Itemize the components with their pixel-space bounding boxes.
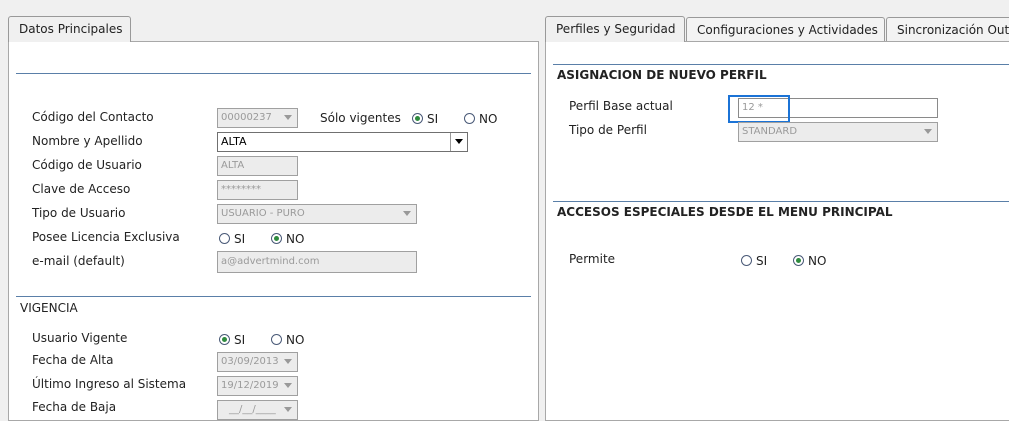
dropdown-button[interactable]	[450, 133, 467, 151]
chevron-down-icon	[403, 211, 411, 216]
chevron-down-icon	[284, 383, 292, 388]
solo-vigentes-si-radio[interactable]	[412, 113, 423, 124]
tipo-usuario-value: USUARIO - PURO	[221, 208, 305, 219]
tab-datos-principales[interactable]: Datos Principales	[8, 16, 131, 42]
radio-selected-dot	[222, 337, 227, 342]
usuario-vigente-si-radio[interactable]	[219, 334, 230, 345]
permite-no-label: NO	[808, 254, 827, 268]
email-field[interactable]: a@advertmind.com	[217, 251, 417, 273]
fecha-baja-select[interactable]: __/__/____	[217, 400, 298, 420]
licencia-exclusiva-label: Posee Licencia Exclusiva	[32, 230, 180, 244]
vigencia-divider	[16, 296, 531, 297]
solo-vigentes-no-label: NO	[479, 112, 498, 126]
tab-label: Perfiles y Seguridad	[556, 22, 676, 36]
usuario-vigente-no-label: NO	[286, 333, 305, 347]
tab-label: Configuraciones y Actividades	[697, 23, 878, 37]
ultimo-ingreso-value: 19/12/2019	[221, 380, 279, 391]
accesos-title: ACCESOS ESPECIALES DESDE EL MENU PRINCIP…	[557, 205, 893, 219]
vigencia-title: VIGENCIA	[20, 301, 78, 315]
radio-selected-dot	[796, 258, 801, 263]
permite-si-label: SI	[756, 254, 768, 268]
chevron-down-icon	[455, 139, 463, 144]
left-top-divider	[16, 73, 531, 74]
ultimo-ingreso-select[interactable]: 19/12/2019	[217, 376, 298, 396]
clave-acceso-field[interactable]: ********	[217, 180, 298, 200]
tab-label: Datos Principales	[19, 22, 123, 36]
usuario-vigente-label: Usuario Vigente	[32, 331, 128, 345]
tipo-usuario-label: Tipo de Usuario	[32, 206, 126, 220]
fecha-alta-select[interactable]: 03/09/2013	[217, 352, 298, 372]
chevron-down-icon	[284, 359, 292, 364]
perfil-divider	[553, 64, 1009, 65]
permite-no-radio[interactable]	[793, 255, 804, 266]
nombre-apellido-label: Nombre y Apellido	[32, 134, 143, 148]
codigo-contacto-label: Código del Contacto	[32, 110, 154, 124]
fecha-baja-value: __/__/____	[229, 404, 276, 415]
tipo-perfil-value: STANDARD	[742, 126, 798, 137]
radio-selected-dot	[274, 236, 279, 241]
chevron-down-icon	[284, 407, 292, 412]
usuario-vigente-si-label: SI	[234, 333, 246, 347]
tab-sincronizacion-outlook[interactable]: Sincronización Outl	[886, 17, 1009, 41]
perfil-title: ASIGNACION DE NUEVO PERFIL	[557, 68, 767, 82]
solo-vigentes-label: Sólo vigentes	[320, 111, 401, 125]
codigo-contacto-value: 00000237	[221, 112, 272, 123]
tab-label: Sincronización Outl	[897, 23, 1009, 37]
fecha-alta-label: Fecha de Alta	[32, 353, 114, 367]
tab-perfiles-seguridad[interactable]: Perfiles y Seguridad	[545, 16, 685, 42]
chevron-down-icon	[924, 129, 932, 134]
radio-selected-dot	[415, 116, 420, 121]
clave-acceso-value: ********	[221, 184, 261, 195]
nombre-apellido-value: ALTA	[221, 135, 247, 148]
ultimo-ingreso-label: Último Ingreso al Sistema	[32, 377, 187, 391]
tab-configuraciones-actividades[interactable]: Configuraciones y Actividades	[686, 17, 885, 41]
codigo-contacto-select[interactable]: 00000237	[217, 108, 298, 128]
codigo-usuario-value: ALTA	[221, 160, 245, 171]
permite-label: Permite	[569, 252, 616, 266]
chevron-down-icon	[284, 115, 292, 120]
focus-highlight	[728, 95, 790, 123]
solo-vigentes-si-label: SI	[427, 112, 439, 126]
tipo-perfil-label: Tipo de Perfil	[569, 123, 647, 137]
licencia-no-radio[interactable]	[271, 233, 282, 244]
perfil-base-label: Perfil Base actual	[569, 99, 673, 113]
codigo-usuario-label: Código de Usuario	[32, 158, 142, 172]
usuario-vigente-no-radio[interactable]	[271, 334, 282, 345]
licencia-no-label: NO	[286, 232, 305, 246]
codigo-usuario-field[interactable]: ALTA	[217, 156, 298, 176]
permite-si-radio[interactable]	[741, 255, 752, 266]
solo-vigentes-no-radio[interactable]	[464, 113, 475, 124]
fecha-alta-value: 03/09/2013	[221, 356, 279, 367]
licencia-si-label: SI	[234, 232, 246, 246]
accesos-divider	[553, 201, 1009, 202]
tipo-perfil-select[interactable]: STANDARD	[738, 122, 938, 142]
licencia-si-radio[interactable]	[219, 233, 230, 244]
tipo-usuario-select[interactable]: USUARIO - PURO	[217, 204, 417, 224]
email-value: a@advertmind.com	[221, 256, 320, 267]
clave-acceso-label: Clave de Acceso	[32, 182, 131, 196]
nombre-apellido-select[interactable]: ALTA	[217, 132, 468, 152]
email-label: e-mail (default)	[32, 254, 125, 268]
